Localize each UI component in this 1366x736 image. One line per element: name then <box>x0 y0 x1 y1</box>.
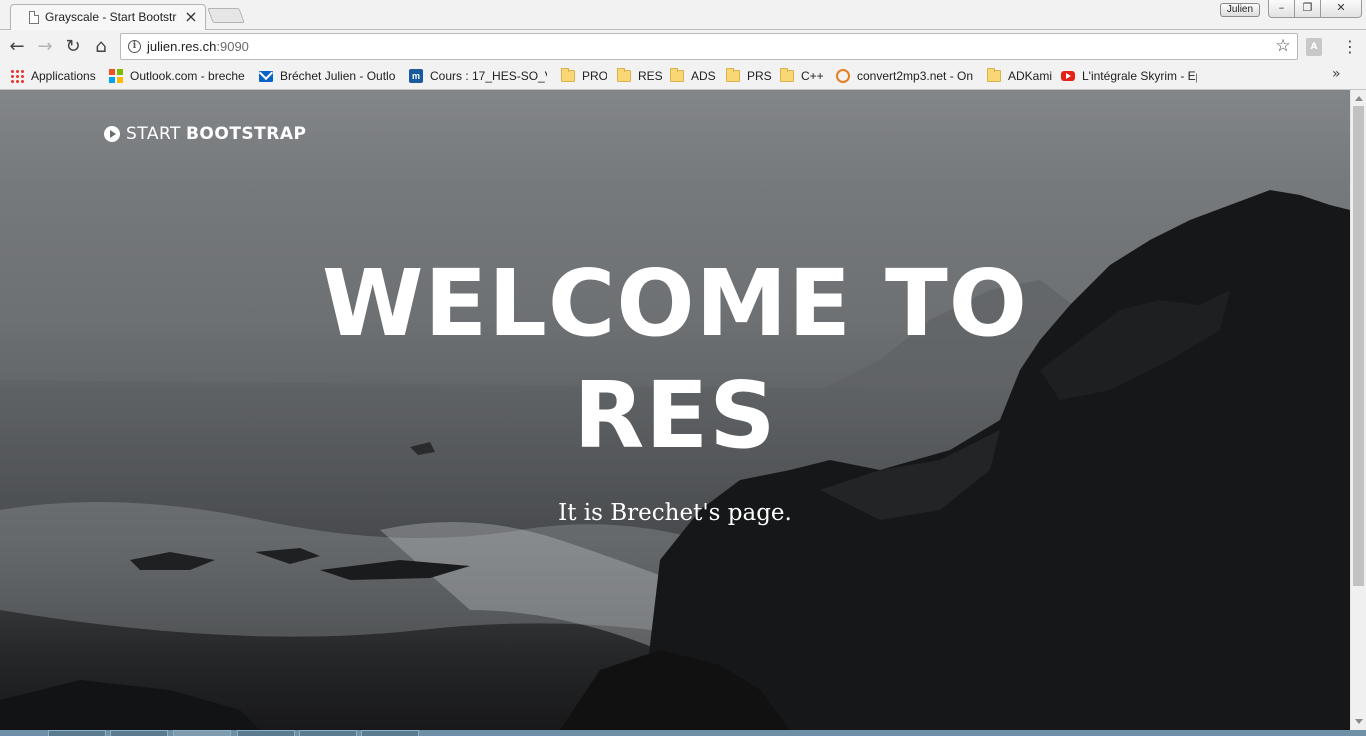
scroll-down-arrow-icon[interactable] <box>1355 719 1363 724</box>
address-url[interactable]: julien.res.ch:9090 <box>147 39 249 54</box>
bookmark-label: RES <box>638 69 663 83</box>
bookmark-label: Applications <box>31 69 96 83</box>
bookmark-folder-res[interactable]: RES <box>617 67 663 85</box>
page-scrollbar[interactable] <box>1350 90 1366 730</box>
bookmark-folder-cpp[interactable]: C++ <box>780 67 826 85</box>
mail-icon <box>259 70 273 82</box>
headline-line-2: RES <box>573 362 777 469</box>
url-port: :9090 <box>216 39 249 54</box>
bookmark-star-icon[interactable]: ☆ <box>1273 36 1293 56</box>
bookmark-label: Outlook.com - breche <box>130 69 245 83</box>
url-host: julien.res.ch <box>147 39 217 54</box>
bookmark-convert2mp3[interactable]: convert2mp3.net - On <box>836 67 974 85</box>
bookmark-label: Cours : 17_HES-SO_VD <box>430 69 547 83</box>
pdf-extension-icon[interactable]: A <box>1306 38 1322 56</box>
browser-tab-active[interactable]: Grayscale - Start Bootstrap × <box>10 4 206 30</box>
bookmarks-overflow-chevron-icon[interactable]: » <box>1332 66 1341 82</box>
taskbar-item[interactable] <box>48 730 106 736</box>
bookmark-folder-adkami[interactable]: ADKami <box>987 67 1053 85</box>
taskbar-item[interactable] <box>110 730 168 736</box>
hero-section: START BOOTSTRAP WELCOME TO RES It is Bre… <box>0 90 1350 730</box>
folder-icon <box>780 68 794 82</box>
folder-icon <box>987 68 1001 82</box>
bookmark-folder-pro[interactable]: PRO <box>561 67 607 85</box>
bookmarks-bar: Applications Outlook.com - breche Bréche… <box>0 63 1366 90</box>
navbar-brand[interactable]: START BOOTSTRAP <box>104 124 306 144</box>
page-favicon-icon <box>29 11 39 24</box>
bookmark-outlook[interactable]: Outlook.com - breche <box>109 67 245 85</box>
site-info-icon[interactable]: i <box>128 40 141 53</box>
bookmark-applications[interactable]: Applications <box>10 67 100 85</box>
taskbar-item[interactable] <box>361 730 419 736</box>
folder-icon <box>561 68 575 82</box>
bookmark-label: convert2mp3.net - On <box>857 69 974 83</box>
scroll-up-arrow-icon[interactable] <box>1355 96 1363 101</box>
scrollbar-thumb[interactable] <box>1353 106 1364 586</box>
apps-icon <box>10 69 24 83</box>
window-close-button[interactable]: ✕ <box>1320 0 1362 18</box>
tab-title: Grayscale - Start Bootstrap <box>45 10 177 24</box>
folder-icon <box>617 68 631 82</box>
taskbar-item[interactable] <box>173 730 231 736</box>
tab-close-icon[interactable]: × <box>183 8 199 26</box>
bookmark-label: PRS <box>747 69 772 83</box>
bookmark-label: ADKami <box>1008 69 1053 83</box>
bookmark-cours[interactable]: m Cours : 17_HES-SO_VD <box>409 67 547 85</box>
taskbar-item[interactable] <box>237 730 295 736</box>
browser-menu-icon[interactable]: ⋮ <box>1340 37 1360 57</box>
moodle-icon: m <box>409 69 423 83</box>
microsoft-icon <box>109 69 123 83</box>
convert2mp3-icon <box>836 69 850 83</box>
window-maximize-button[interactable]: ❐ <box>1294 0 1321 18</box>
folder-icon <box>726 68 740 82</box>
page-headline: WELCOME TO RES <box>0 248 1350 472</box>
taskbar-item[interactable] <box>299 730 357 736</box>
tab-strip: Grayscale - Start Bootstrap × Julien – ❐… <box>0 0 1366 31</box>
profile-button[interactable]: Julien <box>1220 3 1260 17</box>
new-tab-button[interactable] <box>207 8 245 23</box>
bookmark-label: C++ <box>801 69 824 83</box>
brand-text-bold: BOOTSTRAP <box>185 124 307 144</box>
bookmark-skyrim[interactable]: L'intégrale Skyrim - Ep <box>1061 67 1197 85</box>
home-icon[interactable]: ⌂ <box>90 36 112 58</box>
bookmark-folder-ads[interactable]: ADS <box>670 67 716 85</box>
bookmark-label: PRO <box>582 69 607 83</box>
page-tagline: It is Brechet's page. <box>558 500 792 526</box>
bookmark-label: Bréchet Julien - Outlo <box>280 69 396 83</box>
bookmark-folder-prs[interactable]: PRS <box>726 67 772 85</box>
back-arrow-icon[interactable]: ← <box>6 36 28 58</box>
address-bar[interactable]: i julien.res.ch:9090 ☆ <box>120 33 1298 60</box>
headline-line-1: WELCOME TO <box>321 250 1029 357</box>
os-taskbar <box>0 730 1366 736</box>
youtube-icon <box>1061 71 1075 81</box>
bookmark-label: L'intégrale Skyrim - Ep <box>1082 69 1197 83</box>
play-circle-icon <box>104 126 120 142</box>
bookmark-outlook-mail[interactable]: Bréchet Julien - Outlo <box>259 67 396 85</box>
browser-toolbar: ← → ↻ ⌂ i julien.res.ch:9090 ☆ A ⋮ <box>0 30 1366 63</box>
reload-icon[interactable]: ↻ <box>62 36 84 58</box>
window-minimize-button[interactable]: – <box>1268 0 1295 18</box>
folder-icon <box>670 68 684 82</box>
brand-text-light: START <box>126 124 181 144</box>
bookmark-label: ADS <box>691 69 716 83</box>
forward-arrow-icon[interactable]: → <box>34 36 56 58</box>
